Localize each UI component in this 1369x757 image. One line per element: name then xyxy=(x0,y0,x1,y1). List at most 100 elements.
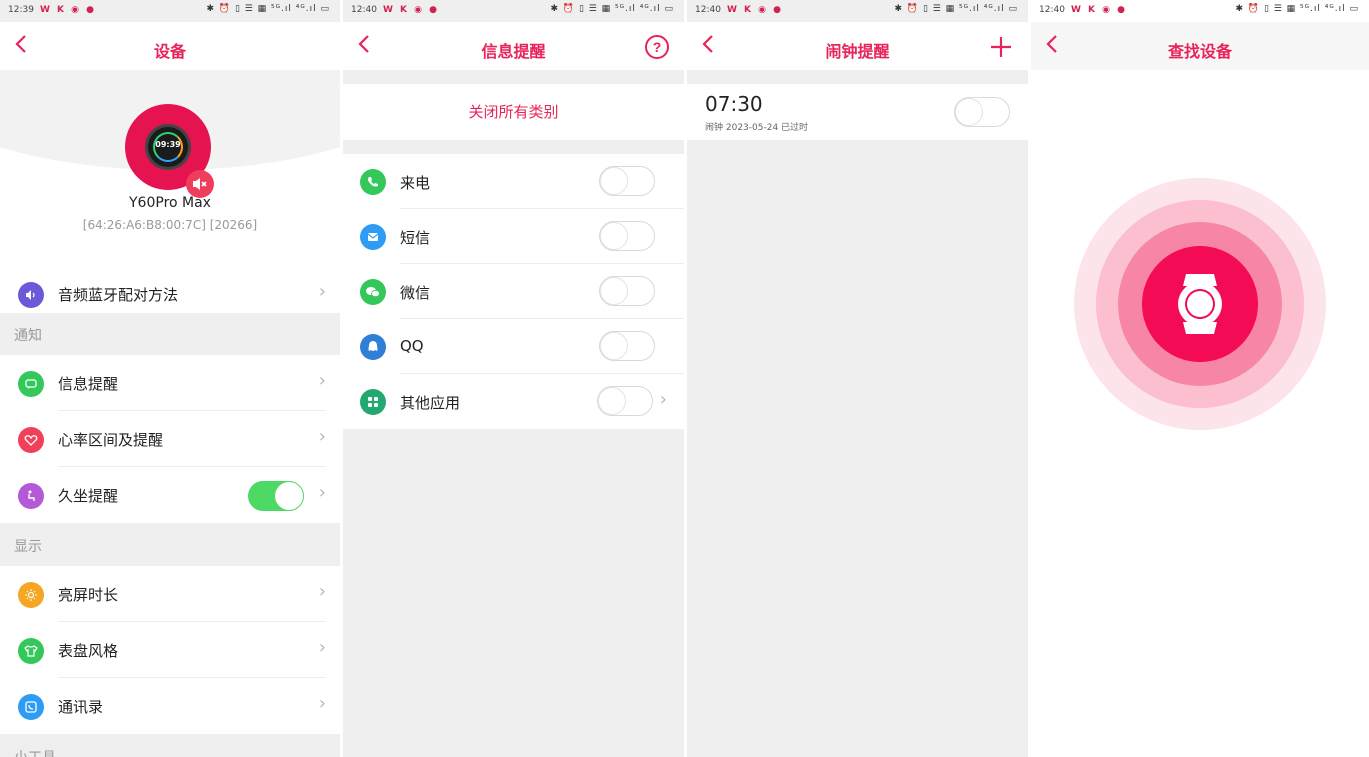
toggle-knob xyxy=(955,98,983,126)
call-toggle[interactable] xyxy=(599,166,655,196)
watch-face-time: 09:39 xyxy=(155,140,181,149)
other-apps-toggle[interactable] xyxy=(597,386,653,416)
chevron-right-icon: › xyxy=(318,426,326,447)
help-icon: ? xyxy=(645,35,669,59)
sms-toggle[interactable] xyxy=(599,221,655,251)
mute-button[interactable] xyxy=(186,170,214,198)
section-notify: 通知 xyxy=(0,313,340,355)
status-time: 12:40 xyxy=(351,5,377,15)
row-watch-face-style[interactable]: 表盘风格 › xyxy=(0,622,340,678)
chevron-right-icon: › xyxy=(318,281,326,302)
row-label: 亮屏时长 xyxy=(58,586,119,604)
row-sedentary-reminder[interactable]: 久坐提醒 › xyxy=(0,467,340,523)
row-label: 音频蓝牙配对方法 xyxy=(58,286,179,304)
section-display: 显示 xyxy=(0,524,340,566)
toggle-knob xyxy=(600,167,628,195)
watch-icon xyxy=(1178,274,1222,334)
status-system-icons: ✱ ⏰ ▯ ☰ ▦ ⁵ᴳ.ıl ⁴ᴳ.ıl ▭ xyxy=(1235,4,1359,14)
row-label: 来电 xyxy=(400,174,431,192)
page-title: 查找设备 xyxy=(1167,42,1232,61)
wechat-icon xyxy=(360,279,386,305)
toggle-knob xyxy=(275,482,303,510)
help-button[interactable]: ? xyxy=(644,34,670,60)
alarm-time: 07:30 xyxy=(705,92,763,116)
row-contacts[interactable]: 通讯录 › xyxy=(0,678,340,734)
add-alarm-button[interactable] xyxy=(988,34,1014,60)
watch-face: 09:39 xyxy=(145,124,191,170)
row-label: 心率区间及提醒 xyxy=(58,431,164,449)
sms-icon xyxy=(360,224,386,250)
message-icon xyxy=(18,371,44,397)
row-label: 其他应用 xyxy=(400,394,461,412)
close-all-categories-button[interactable]: 关闭所有类别 xyxy=(343,84,684,140)
message-reminder-screen: 12:40 W K ◉ ● ✱ ⏰ ▯ ☰ ▦ ⁵ᴳ.ıl ⁴ᴳ.ıl ▭ 信息… xyxy=(343,0,684,757)
heart-icon xyxy=(18,427,44,453)
alarm-toggle[interactable] xyxy=(954,97,1010,127)
row-label: 微信 xyxy=(400,284,431,302)
row-sms[interactable]: 短信 xyxy=(343,209,684,264)
device-card: 09:39 Y60Pro Max [64:26:A6:B8:00:7C] [20… xyxy=(0,70,340,266)
section-label: 通知 xyxy=(14,328,42,344)
speaker-mute-icon xyxy=(193,178,207,190)
wechat-toggle[interactable] xyxy=(599,276,655,306)
nav-bar: 闹钟提醒 xyxy=(687,22,1028,70)
row-wechat[interactable]: 微信 xyxy=(343,264,684,319)
row-screen-on-duration[interactable]: 亮屏时长 › xyxy=(0,566,340,622)
row-incoming-call[interactable]: 来电 xyxy=(343,154,684,209)
chevron-right-icon: › xyxy=(318,581,326,602)
page-title: 闹钟提醒 xyxy=(825,42,890,61)
status-app-icons: W K ◉ ● xyxy=(727,5,784,15)
status-time: 12:40 xyxy=(695,5,721,15)
status-app-icons: W K ◉ ● xyxy=(40,5,97,15)
contacts-icon xyxy=(18,694,44,720)
row-message-reminder[interactable]: 信息提醒 › xyxy=(0,355,340,411)
nav-bar: 查找设备 xyxy=(1031,22,1369,70)
status-bar: 12:40 W K ◉ ● ✱ ⏰ ▯ ☰ ▦ ⁵ᴳ.ıl ⁴ᴳ.ıl ▭ xyxy=(687,0,1028,22)
row-label: 久坐提醒 xyxy=(58,487,119,505)
status-time: 12:40 xyxy=(1039,5,1065,15)
row-qq[interactable]: QQ xyxy=(343,319,684,374)
find-device-button[interactable] xyxy=(1142,246,1258,362)
chevron-right-icon: › xyxy=(318,693,326,714)
row-other-apps[interactable]: 其他应用 › xyxy=(343,374,684,429)
speaker-icon xyxy=(18,282,44,308)
row-label: QQ xyxy=(400,337,424,355)
svg-text:?: ? xyxy=(653,39,662,55)
section-label: 小工具 xyxy=(14,747,56,757)
alarm-reminder-screen: 12:40 W K ◉ ● ✱ ⏰ ▯ ☰ ▦ ⁵ᴳ.ıl ⁴ᴳ.ıl ▭ 闹钟… xyxy=(687,0,1028,757)
nav-bar: 信息提醒 ? xyxy=(343,22,684,70)
find-device-radar xyxy=(1074,178,1326,430)
device-screen: 12:39 W K ◉ ● ✱ ⏰ ▯ ☰ ▦ ⁵ᴳ.ıl ⁴ᴳ.ıl ▭ 设备… xyxy=(0,0,340,757)
qq-icon xyxy=(360,334,386,360)
brightness-icon xyxy=(18,582,44,608)
toggle-knob xyxy=(600,222,628,250)
plus-icon xyxy=(991,37,1011,57)
chevron-right-icon: › xyxy=(659,389,667,410)
page-title: 设备 xyxy=(153,42,186,61)
chevron-right-icon: › xyxy=(318,637,326,658)
sedentary-icon xyxy=(18,483,44,509)
status-system-icons: ✱ ⏰ ▯ ☰ ▦ ⁵ᴳ.ıl ⁴ᴳ.ıl ▭ xyxy=(206,4,330,14)
toggle-knob xyxy=(598,387,626,415)
toggle-knob xyxy=(600,332,628,360)
qq-toggle[interactable] xyxy=(599,331,655,361)
row-label: 通讯录 xyxy=(58,698,104,716)
alarm-item[interactable]: 07:30 闹钟 2023-05-24 已过时 xyxy=(687,84,1028,140)
device-mac-address: [64:26:A6:B8:00:7C] [20266] xyxy=(82,218,258,232)
nav-bar: 设备 xyxy=(0,22,340,70)
row-label: 短信 xyxy=(400,229,431,247)
section-label: 显示 xyxy=(14,539,42,555)
sedentary-toggle[interactable] xyxy=(248,481,304,511)
status-bar: 12:40 W K ◉ ● ✱ ⏰ ▯ ☰ ▦ ⁵ᴳ.ıl ⁴ᴳ.ıl ▭ xyxy=(1031,0,1369,22)
status-bar: 12:40 W K ◉ ● ✱ ⏰ ▯ ☰ ▦ ⁵ᴳ.ıl ⁴ᴳ.ıl ▭ xyxy=(343,0,684,22)
status-bar: 12:39 W K ◉ ● ✱ ⏰ ▯ ☰ ▦ ⁵ᴳ.ıl ⁴ᴳ.ıl ▭ xyxy=(0,0,340,22)
page-title: 信息提醒 xyxy=(481,42,546,61)
status-app-icons: W K ◉ ● xyxy=(1071,5,1128,15)
row-heart-rate[interactable]: 心率区间及提醒 › xyxy=(0,411,340,467)
status-app-icons: W K ◉ ● xyxy=(383,5,440,15)
row-label: 信息提醒 xyxy=(58,375,119,393)
status-system-icons: ✱ ⏰ ▯ ☰ ▦ ⁵ᴳ.ıl ⁴ᴳ.ıl ▭ xyxy=(550,4,674,14)
status-time: 12:39 xyxy=(8,5,34,15)
find-device-screen: 12:40 W K ◉ ● ✱ ⏰ ▯ ☰ ▦ ⁵ᴳ.ıl ⁴ᴳ.ıl ▭ 查找… xyxy=(1031,0,1369,757)
status-system-icons: ✱ ⏰ ▯ ☰ ▦ ⁵ᴳ.ıl ⁴ᴳ.ıl ▭ xyxy=(894,4,1018,14)
